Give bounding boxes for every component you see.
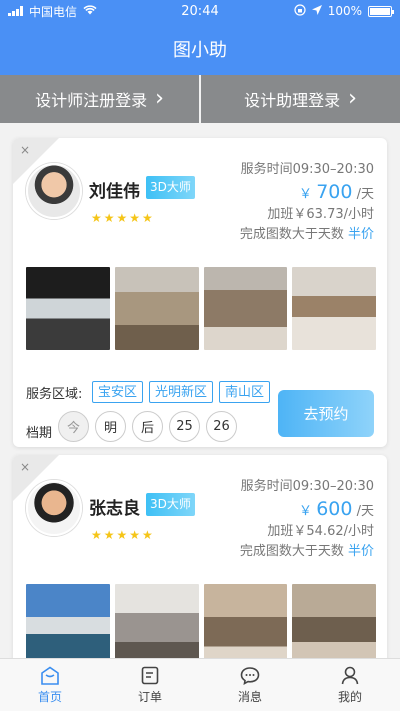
assistant-login-button[interactable]: 设计助理登录 › [201,75,400,123]
service-area-tags: 宝安区 光明新区 南山区 [92,381,271,403]
nav-bar: 图小助 [0,22,400,75]
designer-card[interactable]: × 刘佳伟 3D大师 ★★★★★ 服务时间09:30–20:30 ￥ 700 /… [13,138,387,447]
login-bar: 设计师注册登录 › 设计助理登录 › [0,75,400,123]
overtime-rate: 加班￥63.73/小时 [267,207,374,222]
designer-card[interactable]: × 张志良 3D大师 ★★★★★ 服务时间09:30–20:30 ￥ 600 /… [13,455,387,658]
schedule-days: 今 明 后 25 26 [58,411,237,442]
area-tag[interactable]: 宝安区 [92,381,144,403]
user-icon [339,665,361,685]
close-icon[interactable]: × [20,143,30,157]
badge-3d-master: 3D大师 [146,176,195,199]
discount-note: 完成图数大于天数 半价 [240,225,374,245]
tab-bar: 首页 订单 消息 我的 [0,658,400,711]
carrier-label: 中国电信 [29,4,78,19]
currency-symbol: ￥ [299,187,313,202]
day-26[interactable]: 26 [206,411,237,442]
badge-3d-master: 3D大师 [146,493,195,516]
portfolio-photos [26,584,376,658]
discount-note: 完成图数大于天数 半价 [240,542,374,562]
price-amount: 700 [316,181,353,203]
chevron-right-icon: › [155,86,164,111]
location-icon [311,4,322,18]
portfolio-photo[interactable] [114,584,199,658]
tab-messages[interactable]: 消息 [200,659,300,711]
battery-icon [368,5,394,17]
portfolio-photo[interactable] [26,267,110,350]
designer-login-label: 设计师注册登录 [35,91,148,110]
discount-half: 半价 [347,227,374,242]
tab-orders[interactable]: 订单 [100,659,200,711]
tab-profile[interactable]: 我的 [300,659,400,711]
overtime-rate: 加班￥54.62/小时 [267,524,374,539]
portfolio-photo[interactable] [292,267,376,350]
area-tag[interactable]: 南山区 [219,381,271,403]
price-unit: /天 [356,504,374,519]
designer-info: 服务时间09:30–20:30 ￥ 600 /天 加班￥54.62/小时 完成图… [240,477,374,562]
day-25[interactable]: 25 [169,411,200,442]
daily-price: ￥ 700 /天 [240,182,374,205]
page-title: 图小助 [173,39,227,61]
day-after-tomorrow[interactable]: 后 [132,411,163,442]
designer-info: 服务时间09:30–20:30 ￥ 700 /天 加班￥63.73/小时 完成图… [240,160,374,245]
designer-name: 张志良 [89,499,140,519]
status-bar: 中国电信 20:44 100% [0,0,400,22]
chevron-right-icon: › [348,86,357,111]
service-time: 服务时间09:30–20:30 [240,479,374,494]
discount-half: 半价 [347,544,374,559]
tab-orders-label: 订单 [137,690,162,704]
message-icon [239,665,261,685]
tab-home[interactable]: 首页 [0,659,100,711]
tab-messages-label: 消息 [237,690,262,704]
portfolio-photos [26,267,376,350]
discount-condition: 完成图数大于天数 [239,544,344,559]
rating-stars: ★★★★★ [91,528,155,542]
book-button[interactable]: 去预约 [278,390,374,437]
area-tag[interactable]: 光明新区 [149,381,214,403]
close-icon[interactable]: × [20,460,30,474]
battery-percent: 100% [327,4,362,18]
discount-condition: 完成图数大于天数 [239,227,344,242]
rating-stars: ★★★★★ [91,211,155,225]
portfolio-photo[interactable] [114,267,199,350]
designer-list[interactable]: × 刘佳伟 3D大师 ★★★★★ 服务时间09:30–20:30 ￥ 700 /… [0,123,400,658]
schedule-label: 档期 [26,426,53,441]
signal-icon [8,6,23,16]
portfolio-photo[interactable] [203,584,288,658]
day-tomorrow[interactable]: 明 [95,411,126,442]
price-amount: 600 [316,498,353,520]
avatar [26,480,82,536]
assistant-login-label: 设计助理登录 [244,91,341,110]
home-icon [39,665,61,685]
service-area-label: 服务区域: [26,387,83,402]
daily-price: ￥ 600 /天 [240,499,374,522]
wifi-icon [83,4,97,18]
currency-symbol: ￥ [299,504,313,519]
tab-profile-label: 我的 [337,690,362,704]
price-unit: /天 [356,187,374,202]
tab-home-label: 首页 [37,690,62,704]
orientation-lock-icon [294,3,306,19]
portfolio-photo[interactable] [26,584,110,658]
portfolio-photo[interactable] [292,584,376,658]
day-today[interactable]: 今 [58,411,89,442]
designer-name: 刘佳伟 [89,182,140,202]
avatar [26,163,82,219]
portfolio-photo[interactable] [203,267,288,350]
order-icon [139,665,161,685]
service-time: 服务时间09:30–20:30 [240,162,374,177]
designer-login-button[interactable]: 设计师注册登录 › [0,75,199,123]
